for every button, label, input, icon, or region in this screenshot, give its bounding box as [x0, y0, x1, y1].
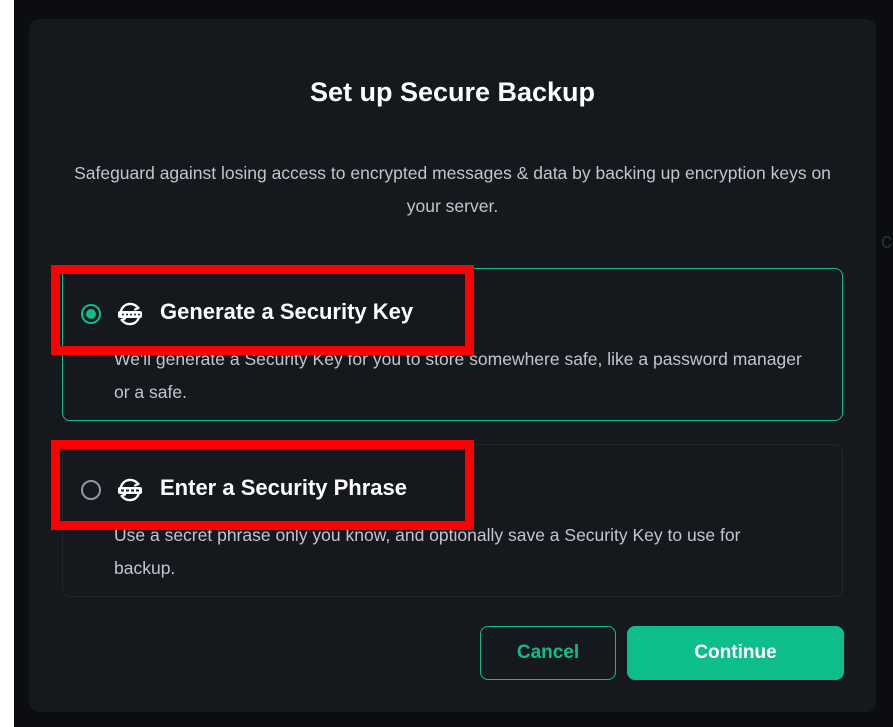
continue-button[interactable]: Continue: [627, 626, 844, 680]
option-label: Enter a Security Phrase: [160, 475, 408, 500]
cancel-button[interactable]: Cancel: [480, 626, 616, 680]
option-enter-security-phrase[interactable]: Enter a Security Phrase Use a secret phr…: [62, 444, 843, 597]
secure-backup-dialog: Set up Secure Backup Safeguard against l…: [29, 19, 876, 712]
security-phrase-icon: [116, 476, 144, 504]
dialog-title: Set up Secure Backup: [309, 77, 596, 107]
radio-generate-key[interactable]: [81, 304, 101, 324]
option-description: Use a secret phrase only you know, and o…: [114, 525, 741, 578]
option-label: Generate a Security Key: [160, 299, 414, 324]
security-key-icon: [116, 300, 144, 328]
background-glyph: c: [881, 228, 892, 253]
dialog-description: Safeguard against losing access to encry…: [74, 163, 831, 216]
option-generate-security-key[interactable]: Generate a Security Key We'll generate a…: [62, 268, 843, 421]
radio-security-phrase[interactable]: [81, 480, 101, 500]
option-description: We'll generate a Security Key for you to…: [114, 349, 802, 402]
